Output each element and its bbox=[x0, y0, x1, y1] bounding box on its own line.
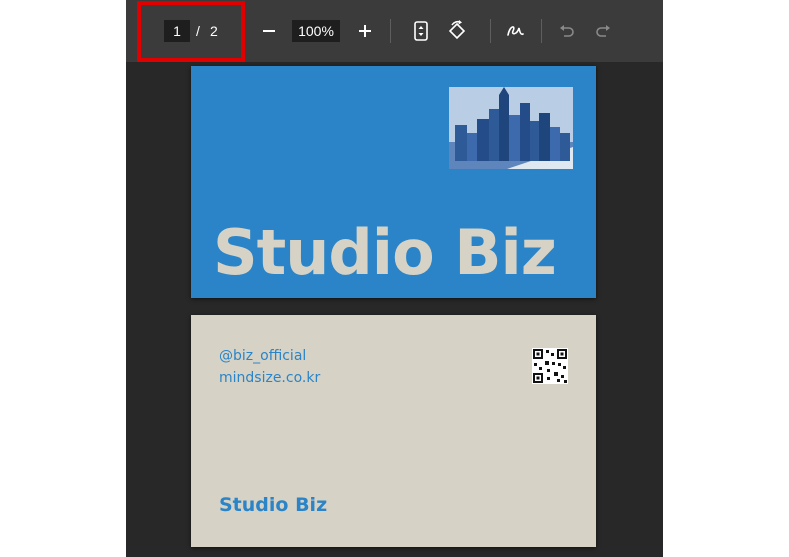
pdf-page-1-card-front: Studio Biz bbox=[191, 66, 596, 298]
zoom-in-button[interactable] bbox=[350, 16, 380, 46]
minus-icon bbox=[263, 30, 275, 32]
rotate-button[interactable] bbox=[442, 16, 472, 46]
qr-code bbox=[532, 348, 568, 384]
city-skyline-image bbox=[449, 87, 573, 169]
card-front-title: Studio Biz bbox=[213, 216, 557, 289]
toolbar: 1 / 2 100% bbox=[126, 0, 663, 62]
toolbar-divider bbox=[390, 19, 391, 43]
redo-icon bbox=[596, 25, 610, 37]
pdf-viewer: 1 / 2 100% Studio Biz @biz_official mind… bbox=[126, 0, 663, 557]
redo-button[interactable] bbox=[588, 16, 618, 46]
social-handle: @biz_official bbox=[219, 348, 307, 364]
undo-icon bbox=[560, 25, 574, 37]
toolbar-divider bbox=[490, 19, 491, 43]
fit-page-button[interactable] bbox=[406, 16, 436, 46]
zoom-level-input[interactable]: 100% bbox=[292, 20, 340, 42]
fit-page-icon bbox=[414, 21, 428, 41]
rotate-icon bbox=[448, 20, 466, 40]
website-text: mindsize.co.kr bbox=[219, 370, 321, 386]
undo-button[interactable] bbox=[552, 16, 582, 46]
zoom-out-button[interactable] bbox=[254, 16, 284, 46]
card-back-brand: Studio Biz bbox=[219, 494, 328, 516]
pdf-page-1-card-back: @biz_official mindsize.co.kr Studio Biz bbox=[191, 315, 596, 547]
page-number-highlight bbox=[137, 1, 245, 62]
draw-button[interactable] bbox=[500, 16, 530, 46]
toolbar-divider bbox=[541, 19, 542, 43]
draw-icon bbox=[507, 26, 524, 36]
plus-icon bbox=[359, 25, 371, 37]
